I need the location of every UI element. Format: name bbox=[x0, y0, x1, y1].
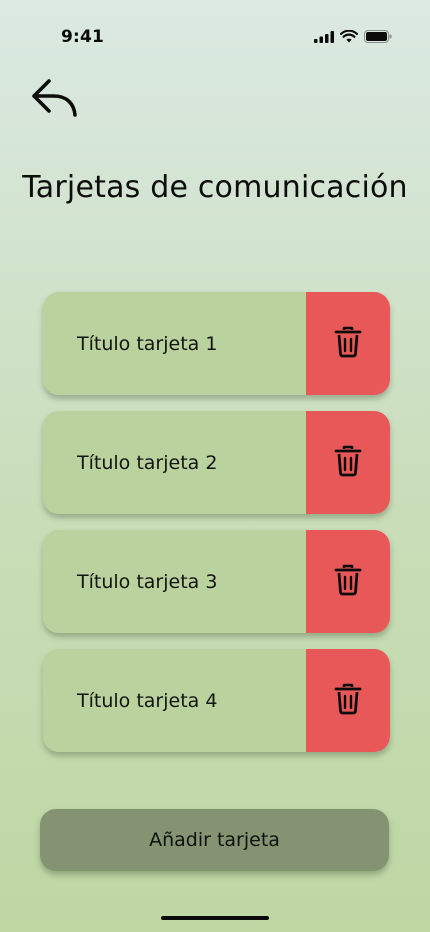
trash-icon bbox=[334, 326, 362, 362]
card-list: Título tarjeta 1 Título tarjeta 2 Título… bbox=[43, 292, 390, 768]
wifi-icon bbox=[339, 28, 359, 47]
card-title: Título tarjeta 2 bbox=[77, 451, 218, 474]
delete-card-button[interactable] bbox=[306, 649, 390, 752]
reply-arrow-icon bbox=[30, 76, 78, 122]
trash-icon bbox=[334, 683, 362, 719]
cellular-signal-icon bbox=[314, 28, 334, 47]
card-title: Título tarjeta 3 bbox=[77, 570, 218, 593]
status-bar: 9:41 bbox=[0, 0, 430, 74]
add-card-label: Añadir tarjeta bbox=[149, 829, 280, 851]
status-time: 9:41 bbox=[61, 27, 105, 47]
card-item: Título tarjeta 4 bbox=[43, 649, 390, 752]
back-button[interactable] bbox=[26, 74, 82, 124]
card-open-button[interactable]: Título tarjeta 4 bbox=[43, 649, 306, 752]
page-title: Tarjetas de comunicación bbox=[22, 170, 408, 205]
card-item: Título tarjeta 1 bbox=[43, 292, 390, 395]
add-card-button[interactable]: Añadir tarjeta bbox=[40, 809, 389, 871]
delete-card-button[interactable] bbox=[306, 530, 390, 633]
card-title: Título tarjeta 4 bbox=[77, 689, 218, 712]
card-item: Título tarjeta 3 bbox=[43, 530, 390, 633]
status-icons bbox=[314, 28, 392, 47]
card-open-button[interactable]: Título tarjeta 3 bbox=[43, 530, 306, 633]
card-open-button[interactable]: Título tarjeta 2 bbox=[43, 411, 306, 514]
card-open-button[interactable]: Título tarjeta 1 bbox=[43, 292, 306, 395]
delete-card-button[interactable] bbox=[306, 411, 390, 514]
trash-icon bbox=[334, 564, 362, 600]
delete-card-button[interactable] bbox=[306, 292, 390, 395]
trash-icon bbox=[334, 445, 362, 481]
battery-icon bbox=[364, 28, 392, 47]
card-title: Título tarjeta 1 bbox=[77, 332, 218, 355]
home-indicator[interactable] bbox=[161, 916, 269, 920]
card-item: Título tarjeta 2 bbox=[43, 411, 390, 514]
